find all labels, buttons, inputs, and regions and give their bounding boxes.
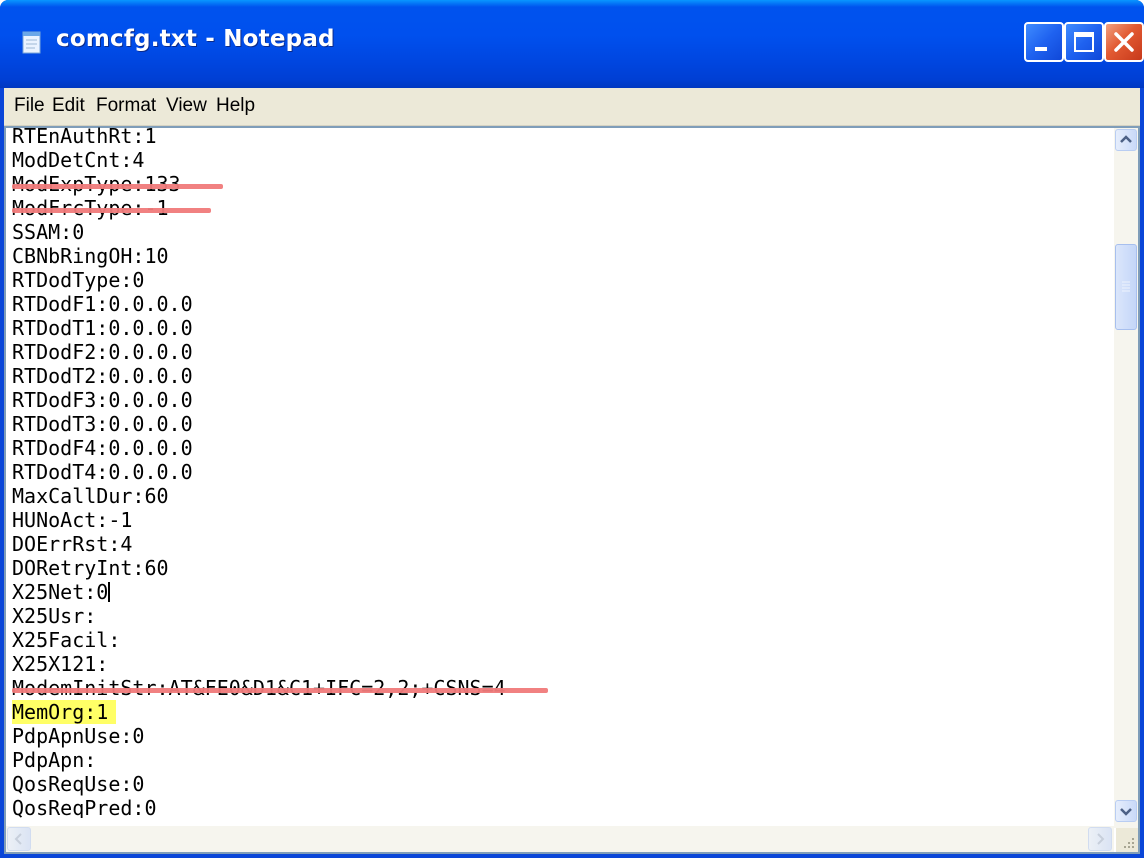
resize-grip-icon [1124,838,1134,848]
strikethrough-marker [12,688,549,693]
resize-grip[interactable] [1116,828,1138,852]
notepad-icon[interactable] [20,30,46,56]
text-line-content: RTDodT1:0.0.0.0 [12,316,193,340]
text-line-content: ModDetCnt:4 [12,148,145,172]
text-caret [108,582,111,602]
text-line-content: RTDodType:0 [12,268,145,292]
text-line[interactable]: QosReqPred:0 [12,796,1102,818]
text-line[interactable]: RTDodType:0 [12,268,1102,292]
text-line[interactable]: QosReqUse:0 [12,772,1102,796]
text-line-content: RTDodF2:0.0.0.0 [12,340,193,364]
text-line[interactable]: HUNoAct:-1 [12,508,1102,532]
menu-edit[interactable]: Edit [52,95,85,117]
menu-view[interactable]: View [166,95,207,117]
close-icon [1114,32,1134,52]
text-line-content: RTDodT2:0.0.0.0 [12,364,193,388]
close-button[interactable] [1104,22,1144,62]
text-line[interactable]: SSAM:0 [12,220,1102,244]
maximize-icon [1074,32,1094,52]
scroll-up-button[interactable] [1115,129,1137,151]
text-line[interactable]: MaxCallDur:60 [12,484,1102,508]
menu-bar: File Edit Format View Help [4,88,1140,126]
text-line-content: RTDodT4:0.0.0.0 [12,460,193,484]
text-content[interactable]: RTEnAuthRt:1ModDetCnt:4ModExpType:133Mod… [12,124,1102,818]
text-line[interactable]: MemOrg:1 [12,700,1102,724]
text-line[interactable]: RTDodT2:0.0.0.0 [12,364,1102,388]
text-line[interactable]: RTEnAuthRt:1 [12,124,1102,148]
text-line[interactable]: RTDodF4:0.0.0.0 [12,436,1102,460]
vertical-scroll-thumb[interactable] [1115,244,1137,330]
menu-file[interactable]: File [14,95,45,117]
text-line-content: X25Facil: [12,628,121,652]
text-line-content: CBNbRingOH:10 [12,244,169,268]
chevron-up-icon [1120,135,1132,143]
scroll-down-button[interactable] [1115,800,1137,822]
vertical-scrollbar[interactable] [1114,128,1138,828]
text-line-content: X25X121: [12,652,109,676]
text-line-content: DOErrRst:4 [12,532,133,556]
text-line[interactable]: X25X121: [12,652,1102,676]
text-line[interactable]: DORetryInt:60 [12,556,1102,580]
text-line-content: X25Net:0 [12,580,109,604]
text-line[interactable]: RTDodT4:0.0.0.0 [12,460,1102,484]
text-line[interactable]: CBNbRingOH:10 [12,244,1102,268]
text-line-content: RTDodT3:0.0.0.0 [12,412,193,436]
text-line-content: PdpApn: [12,748,97,772]
text-line-content: PdpApnUse:0 [12,724,145,748]
text-line-content: MaxCallDur:60 [12,484,169,508]
menu-format[interactable]: Format [96,95,156,117]
chevron-right-icon [1097,833,1105,845]
title-bar[interactable]: comcfg.txt - Notepad [0,0,1144,88]
text-line-content: HUNoAct:-1 [12,508,133,532]
text-line-content: RTDodF1:0.0.0.0 [12,292,193,316]
text-editor[interactable]: RTEnAuthRt:1ModDetCnt:4ModExpType:133Mod… [4,124,1140,854]
menu-help[interactable]: Help [216,95,255,117]
strikethrough-marker [12,184,223,189]
text-line-content: RTDodF4:0.0.0.0 [12,436,193,460]
text-line-content: QosReqPred:0 [12,796,157,818]
text-line[interactable]: ModFrcType:-1 [12,196,1102,220]
text-line-content: SSAM:0 [12,220,85,244]
maximize-button[interactable] [1064,22,1104,62]
minimize-button[interactable] [1024,22,1064,62]
text-line-content: RTDodF3:0.0.0.0 [12,388,193,412]
text-line[interactable]: PdpApn: [12,748,1102,772]
text-line-content: DORetryInt:60 [12,556,169,580]
text-line[interactable]: ModExpType:133 [12,172,1102,196]
grip-lines-icon [1122,281,1130,292]
text-line[interactable]: RTDodT1:0.0.0.0 [12,316,1102,340]
chevron-left-icon [14,833,22,845]
chevron-down-icon [1120,808,1132,816]
text-line[interactable]: RTDodF1:0.0.0.0 [12,292,1102,316]
text-line[interactable]: PdpApnUse:0 [12,724,1102,748]
text-line[interactable]: RTDodF2:0.0.0.0 [12,340,1102,364]
text-line[interactable]: ModDetCnt:4 [12,148,1102,172]
window-title: comcfg.txt - Notepad [56,26,335,52]
text-line[interactable]: RTDodT3:0.0.0.0 [12,412,1102,436]
strikethrough-marker [12,208,211,213]
text-line[interactable]: X25Usr: [12,604,1102,628]
scroll-right-button[interactable] [1088,827,1112,851]
text-line[interactable]: RTDodF3:0.0.0.0 [12,388,1102,412]
text-line-content: RTEnAuthRt:1 [12,124,157,148]
text-line-content: QosReqUse:0 [12,772,145,796]
text-line-content: MemOrg:1 [12,700,109,724]
scroll-left-button[interactable] [7,827,31,851]
text-line[interactable]: ModemInitStr:AT&FE0&D1&C1+IFC=2,2;+CSNS=… [12,676,1102,700]
notepad-window: comcfg.txt - Notepad File Edit Format Vi… [0,0,1144,858]
text-line[interactable]: DOErrRst:4 [12,532,1102,556]
minimize-icon [1035,47,1047,51]
text-line[interactable]: X25Facil: [12,628,1102,652]
text-line[interactable]: X25Net:0 [12,580,1102,604]
text-line-content: X25Usr: [12,604,97,628]
horizontal-scrollbar[interactable] [6,826,1114,852]
